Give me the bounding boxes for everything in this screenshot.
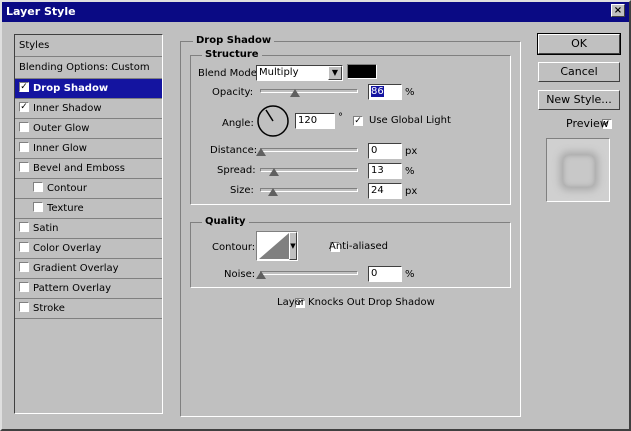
blend-mode-select[interactable]: Multiply ▼ [256,65,343,81]
structure-title: Structure [202,49,262,60]
distance-input[interactable]: 0 [368,143,402,159]
style-item-checkbox[interactable] [19,142,29,152]
style-item-label: Color Overlay [33,243,102,254]
style-item[interactable]: Stroke [15,299,162,319]
drop-shadow-title: Drop Shadow [193,35,275,46]
style-item-label: Inner Glow [33,143,87,154]
angle-unit: ° [338,112,343,123]
style-item[interactable]: Color Overlay [15,239,162,259]
spread-slider-thumb[interactable] [268,168,279,176]
distance-slider-thumb[interactable] [256,148,266,156]
ok-button[interactable]: OK [537,33,621,55]
angle-input[interactable]: 120 [295,113,335,129]
styles-list: Styles Blending Options: Custom ✓ Drop Sha… [14,34,163,414]
style-item[interactable]: ✓ Drop Shadow [15,79,162,99]
style-item-checkbox[interactable] [19,242,29,252]
preview-label: Preview [566,117,609,130]
noise-slider-thumb[interactable] [256,271,266,279]
chevron-down-icon[interactable]: ▼ [328,66,342,80]
styles-header[interactable]: Styles [15,35,162,57]
style-item-checkbox[interactable] [33,182,43,192]
style-item-checkbox[interactable] [19,222,29,232]
size-unit: px [405,186,418,197]
cancel-button[interactable]: Cancel [538,62,620,82]
preview-thumbnail [546,138,610,202]
distance-unit: px [405,146,418,157]
style-item[interactable]: Satin [15,219,162,239]
style-item[interactable]: Texture [15,199,162,219]
title-bar[interactable]: Layer Style × [0,0,631,22]
noise-unit: % [405,269,415,280]
style-item[interactable]: ✓ Inner Shadow [15,99,162,119]
spread-unit: % [405,166,415,177]
style-item-label: Pattern Overlay [33,283,112,294]
new-style-button[interactable]: New Style... [538,90,620,110]
style-item[interactable]: Outer Glow [15,119,162,139]
opacity-input[interactable]: 86 [368,84,402,100]
style-item-checkbox[interactable] [19,262,29,272]
style-item-label: Texture [47,203,84,214]
opacity-label: Opacity: [212,87,254,98]
style-item-label: Gradient Overlay [33,263,119,274]
knockout-label: Layer Knocks Out Drop Shadow [277,297,435,308]
style-item-label: Stroke [33,303,65,314]
size-input[interactable]: 24 [368,183,402,199]
quality-title: Quality [202,216,249,227]
style-item-label: Outer Glow [33,123,90,134]
contour-linear-icon [259,233,289,259]
size-slider-thumb[interactable] [267,188,278,196]
chevron-down-icon[interactable]: ▼ [289,232,297,260]
style-item-checkbox[interactable] [19,162,29,172]
style-item[interactable]: Contour [15,179,162,199]
spread-label: Spread: [217,165,256,176]
style-item-label: Contour [47,183,87,194]
spread-input[interactable]: 13 [368,163,402,179]
style-item-checkbox[interactable] [19,282,29,292]
opacity-slider-thumb[interactable] [289,89,300,97]
style-item-label: Blending Options: Custom [19,62,150,73]
blend-mode-value: Multiply [259,67,299,78]
noise-label: Noise: [224,269,256,280]
angle-label: Angle: [222,118,254,129]
style-item-checkbox[interactable]: ✓ [19,102,29,112]
contour-label: Contour: [212,242,256,253]
anti-aliased-label: Anti-aliased [329,241,389,252]
style-item-checkbox[interactable] [33,202,43,212]
size-label: Size: [230,185,254,196]
preview-shape [563,155,595,187]
style-item[interactable]: Blending Options: Custom [15,57,162,79]
style-item[interactable]: Bevel and Emboss [15,159,162,179]
shadow-color-swatch[interactable] [347,64,377,79]
style-item-label: Inner Shadow [33,103,102,114]
window-title: Layer Style [6,5,76,18]
distance-label: Distance: [210,145,258,156]
style-item[interactable]: Pattern Overlay [15,279,162,299]
style-item-label: Satin [33,223,59,234]
style-item-label: Drop Shadow [33,83,109,94]
style-item-label: Bevel and Emboss [33,163,125,174]
blend-mode-label: Blend Mode: [198,68,261,79]
style-item[interactable]: Gradient Overlay [15,259,162,279]
angle-dial-icon[interactable] [256,104,290,138]
opacity-slider-track[interactable] [260,89,358,93]
noise-slider-track[interactable] [260,271,358,275]
noise-input[interactable]: 0 [368,266,402,282]
opacity-unit: % [405,87,415,98]
style-item-checkbox[interactable] [19,122,29,132]
style-item[interactable]: Inner Glow [15,139,162,159]
use-global-light-label: Use Global Light [369,115,451,126]
style-item-checkbox[interactable]: ✓ [19,82,29,92]
contour-picker[interactable]: ▼ [256,231,298,261]
close-icon[interactable]: × [611,4,625,17]
distance-slider-track[interactable] [260,148,358,152]
style-item-checkbox[interactable] [19,302,29,312]
opacity-value: 86 [371,86,384,97]
use-global-light-checkbox[interactable]: ✓ [353,116,363,126]
